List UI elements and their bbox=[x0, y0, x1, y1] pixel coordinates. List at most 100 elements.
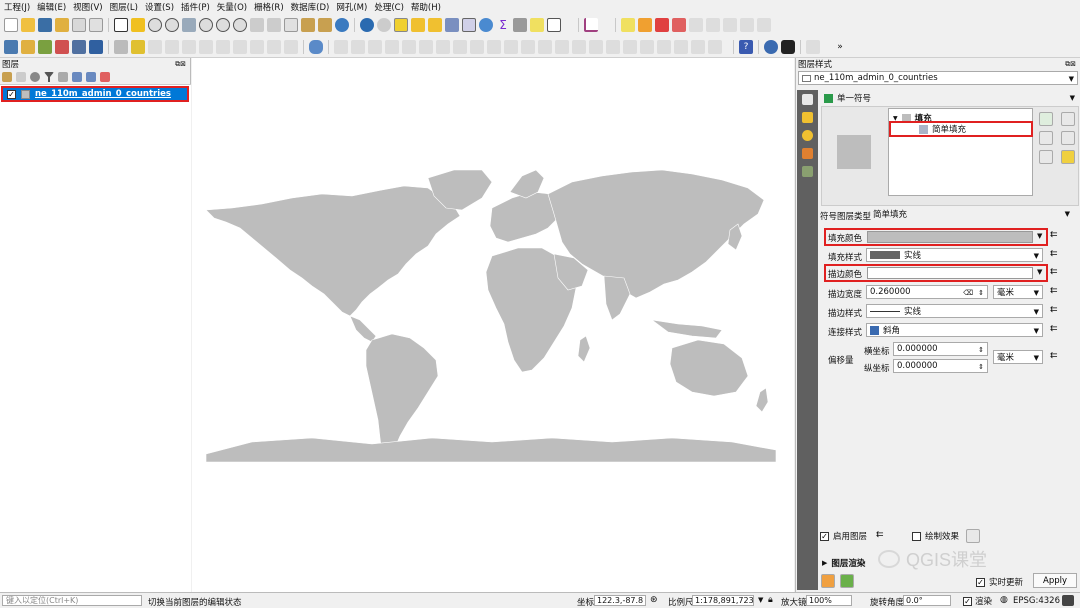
zoom-in-icon[interactable] bbox=[148, 18, 162, 32]
expand-arrow-icon[interactable]: ▼ bbox=[893, 115, 898, 122]
profile-tool-icon[interactable] bbox=[584, 18, 598, 32]
save-project-icon[interactable] bbox=[38, 18, 52, 32]
spin-arrows-icon[interactable]: ⇕ bbox=[978, 363, 984, 371]
remove-symbol-layer-icon[interactable] bbox=[1039, 131, 1053, 145]
filter-icon[interactable] bbox=[44, 72, 54, 82]
save-as-icon[interactable] bbox=[55, 18, 69, 32]
more-tools-icon[interactable]: » bbox=[833, 40, 847, 54]
scale-dropdown-icon[interactable]: ▼ bbox=[758, 596, 763, 604]
render-checkbox-row[interactable]: ✓ 渲染 bbox=[963, 595, 992, 607]
data-defined-override-icon[interactable]: ⇇ bbox=[1050, 305, 1058, 315]
menu-raster[interactable]: 栅格(R) bbox=[254, 1, 284, 13]
menu-view[interactable]: 视图(V) bbox=[73, 1, 102, 13]
menu-vector[interactable]: 矢量(O) bbox=[217, 1, 247, 13]
diagrams-tab-icon[interactable] bbox=[802, 148, 813, 159]
zoom-layer-icon[interactable] bbox=[216, 18, 230, 32]
plugin-icon[interactable] bbox=[781, 39, 795, 54]
data-defined-override-icon[interactable]: ⇇ bbox=[1050, 324, 1058, 334]
menu-layer[interactable]: 图层(L) bbox=[110, 1, 138, 13]
messages-icon[interactable] bbox=[1062, 595, 1074, 606]
spin-arrows-icon[interactable]: ⇕ bbox=[978, 289, 984, 297]
coordinate-field[interactable]: 122.3,-87.8 bbox=[594, 595, 646, 606]
undo-style-icon[interactable] bbox=[821, 574, 835, 588]
expand-all-icon[interactable] bbox=[72, 72, 82, 82]
panel-float-close-icon[interactable]: ⧉⊠ bbox=[1065, 60, 1076, 69]
deselect-icon[interactable] bbox=[411, 18, 425, 32]
live-update-checkbox[interactable]: ✓ bbox=[976, 577, 985, 587]
highlight-labels-icon[interactable] bbox=[655, 18, 669, 32]
remove-layer-icon[interactable] bbox=[100, 72, 110, 82]
expand-arrow-icon[interactable]: ▶ bbox=[822, 559, 827, 567]
enable-layer-checkbox[interactable]: ✓ bbox=[820, 531, 829, 541]
visibility-icon[interactable] bbox=[30, 72, 40, 82]
spin-arrows-icon[interactable]: ⇕ bbox=[978, 346, 984, 354]
data-defined-override-icon[interactable]: ⇇ bbox=[1050, 267, 1058, 277]
move-down-icon[interactable] bbox=[1061, 131, 1075, 145]
filter-by-expression-icon[interactable] bbox=[58, 72, 68, 82]
new-map-view-icon[interactable] bbox=[284, 18, 298, 32]
field-calculator-icon[interactable] bbox=[462, 18, 476, 32]
live-update-checkbox-row[interactable]: ✓ 实时更新 bbox=[976, 576, 1023, 588]
render-checkbox[interactable]: ✓ bbox=[963, 596, 972, 606]
menu-database[interactable]: 数据库(D) bbox=[291, 1, 330, 13]
map-canvas[interactable] bbox=[192, 58, 794, 592]
data-defined-override-icon[interactable]: ⇇ bbox=[876, 530, 884, 540]
renderer-combo[interactable]: 单一符号 ▼ bbox=[821, 91, 1078, 105]
statistical-summary-icon[interactable]: Σ bbox=[496, 18, 510, 32]
clear-icon[interactable]: ⌫ bbox=[963, 289, 973, 297]
menu-plugins[interactable]: 插件(P) bbox=[181, 1, 210, 13]
history-tab-icon[interactable] bbox=[802, 166, 813, 177]
stroke-color-swatch[interactable] bbox=[867, 267, 1033, 279]
new-project-icon[interactable] bbox=[4, 18, 18, 32]
extents-toggle-icon[interactable]: ⊛ bbox=[650, 595, 658, 605]
menu-project[interactable]: 工程(J) bbox=[4, 1, 30, 13]
show-bookmarks-icon[interactable] bbox=[318, 18, 332, 32]
3d-view-tab-icon[interactable] bbox=[802, 130, 813, 141]
crs-globe-icon[interactable]: ◍ bbox=[1000, 595, 1008, 605]
zoom-last-icon[interactable] bbox=[250, 18, 264, 32]
offset-unit-combo[interactable]: 毫米 ▼ bbox=[993, 350, 1043, 364]
offset-y-spinbox[interactable]: 0.000000 ⇕ bbox=[893, 359, 988, 373]
rotation-field[interactable]: 0.0° bbox=[903, 595, 951, 606]
label-toolbar-icon[interactable] bbox=[621, 18, 635, 32]
fill-color-dropdown-icon[interactable]: ▼ bbox=[1037, 232, 1042, 240]
duplicate-symbol-layer-icon[interactable] bbox=[1039, 150, 1053, 164]
menu-edit[interactable]: 编辑(E) bbox=[37, 1, 66, 13]
run-action-icon[interactable] bbox=[377, 18, 391, 32]
offset-x-spinbox[interactable]: 0.000000 ⇕ bbox=[893, 342, 988, 356]
help-icon[interactable]: ? bbox=[739, 39, 753, 54]
draw-effects-checkbox[interactable] bbox=[912, 531, 921, 541]
layer-visibility-checkbox[interactable]: ✓ bbox=[7, 89, 16, 99]
database-icon[interactable] bbox=[309, 39, 323, 54]
data-defined-override-icon[interactable]: ⇇ bbox=[1050, 230, 1058, 240]
locator-input[interactable]: 键入以定位(Ctrl+K) bbox=[2, 595, 142, 606]
attribute-table-icon[interactable] bbox=[445, 18, 459, 32]
symbol-layer-type-combo[interactable]: 简单填充 ▼ bbox=[870, 207, 1073, 221]
join-style-combo[interactable]: 斜角 ▼ bbox=[866, 323, 1043, 337]
menu-mesh[interactable]: 网孔(M) bbox=[336, 1, 367, 13]
select-features-icon[interactable] bbox=[394, 18, 408, 32]
pin-labels-icon[interactable] bbox=[638, 18, 652, 32]
menu-processing[interactable]: 处理(C) bbox=[374, 1, 404, 13]
crs-value[interactable]: EPSG:4326 bbox=[1013, 596, 1060, 606]
layer-select-combo[interactable]: ne_110m_admin_0_countries ▼ bbox=[798, 71, 1078, 85]
lock-color-icon[interactable] bbox=[1061, 150, 1075, 164]
collapse-all-icon[interactable] bbox=[86, 72, 96, 82]
effects-settings-icon[interactable] bbox=[966, 529, 980, 543]
magnifier-field[interactable]: 100% bbox=[806, 595, 852, 606]
pan-icon[interactable] bbox=[114, 18, 128, 32]
stroke-width-spinbox[interactable]: 0.260000 ⌫ ⇕ bbox=[866, 285, 988, 299]
new-layer-icon[interactable] bbox=[21, 39, 35, 54]
lock-scale-icon[interactable]: 🔒︎ bbox=[768, 595, 773, 605]
add-group-icon[interactable] bbox=[16, 72, 26, 82]
pan-to-selection-icon[interactable] bbox=[131, 18, 145, 32]
data-defined-override-icon[interactable]: ⇇ bbox=[1050, 249, 1058, 259]
tree-child-simple-fill[interactable]: 简单填充 bbox=[889, 121, 1033, 137]
layer-row-countries[interactable]: ✓ ne_110m_admin_0_countries bbox=[1, 86, 189, 102]
stroke-style-combo[interactable]: 实线 ▼ bbox=[866, 304, 1043, 318]
edit-pencil-icon[interactable] bbox=[114, 39, 128, 54]
layer-rendering-section[interactable]: ▶ 图层渲染 bbox=[822, 557, 865, 569]
redo-style-icon[interactable] bbox=[840, 574, 854, 588]
identify-icon[interactable] bbox=[360, 18, 374, 32]
panel-float-close-icon[interactable]: ⧉⊠ bbox=[175, 60, 186, 69]
